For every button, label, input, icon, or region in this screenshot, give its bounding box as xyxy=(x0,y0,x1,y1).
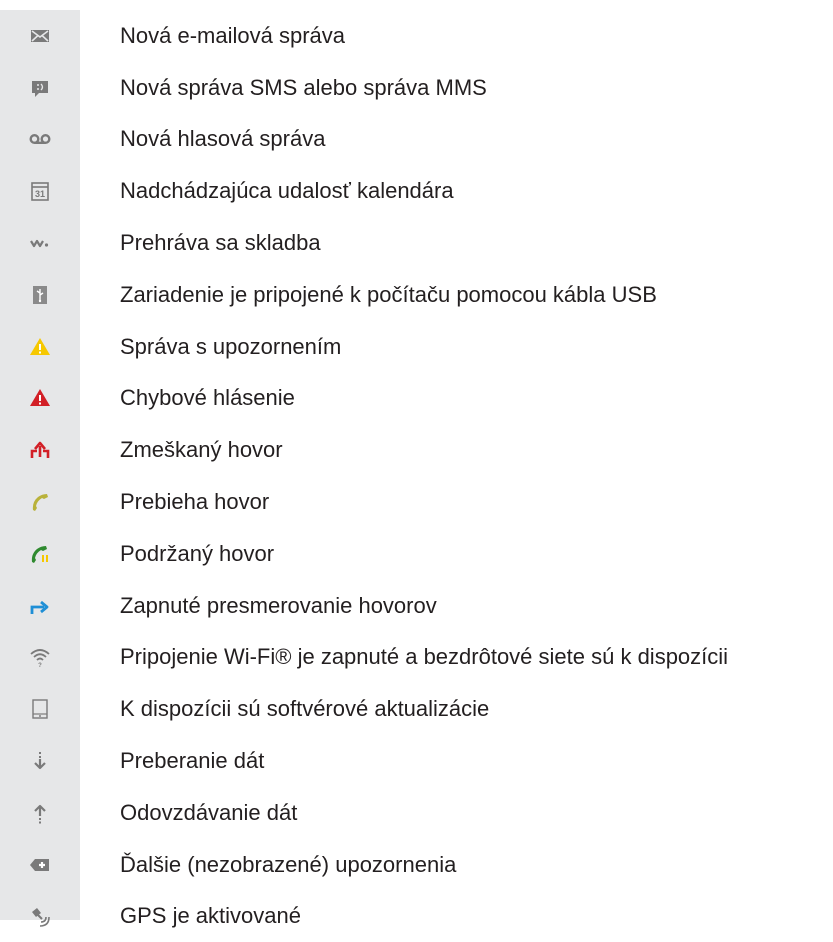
notification-label: Ďalšie (nezobrazené) upozornenia xyxy=(120,851,457,877)
call-on-hold-icon xyxy=(0,528,80,580)
warning-icon xyxy=(0,321,80,373)
list-item: Preberanie dát xyxy=(0,735,833,787)
list-item: Správa s upozornením xyxy=(0,321,833,373)
list-item: 31 Nadchádzajúca udalosť kalendára xyxy=(0,165,833,217)
list-item: K dispozícii sú softvérové aktualizácie xyxy=(0,683,833,735)
notification-label: Zariadenie je pripojené k počítaču pomoc… xyxy=(120,281,657,307)
notification-label: Pripojenie Wi-Fi® je zapnuté a bezdrôtov… xyxy=(120,644,729,670)
upload-icon xyxy=(0,787,80,839)
list-item: Prehráva sa skladba xyxy=(0,217,833,269)
notification-label: GPS je aktivované xyxy=(120,903,301,929)
download-icon xyxy=(0,735,80,787)
list-item: Prebieha hovor xyxy=(0,476,833,528)
list-item: Nová hlasová správa xyxy=(0,114,833,166)
list-item: Nová správa SMS alebo správa MMS xyxy=(0,62,833,114)
svg-text:?: ? xyxy=(38,663,42,669)
calendar-icon: 31 xyxy=(0,165,80,217)
list-item: Podržaný hovor xyxy=(0,528,833,580)
missed-call-icon xyxy=(0,424,80,476)
list-item: Ďalšie (nezobrazené) upozornenia xyxy=(0,839,833,891)
error-icon xyxy=(0,373,80,425)
email-icon xyxy=(0,10,80,62)
voicemail-icon xyxy=(0,114,80,166)
notification-label: Chybové hlásenie xyxy=(120,385,295,411)
notification-label: Správa s upozornením xyxy=(120,333,342,359)
gps-icon xyxy=(0,891,80,942)
list-item: Zapnuté presmerovanie hovorov xyxy=(0,580,833,632)
notification-label: Prebieha hovor xyxy=(120,489,270,515)
list-item: ? Pripojenie Wi-Fi® je zapnuté a bezdrôt… xyxy=(0,632,833,684)
notification-label: Nová e-mailová správa xyxy=(120,22,345,48)
list-item: Zariadenie je pripojené k počítaču pomoc… xyxy=(0,269,833,321)
list-item: GPS je aktivované xyxy=(0,891,833,942)
notification-label: Nadchádzajúca udalosť kalendára xyxy=(120,178,454,204)
call-in-progress-icon xyxy=(0,476,80,528)
notification-label: Odovzdávanie dát xyxy=(120,799,298,825)
notification-label: K dispozícii sú softvérové aktualizácie xyxy=(120,696,490,722)
svg-text:31: 31 xyxy=(35,189,45,199)
more-notifications-icon xyxy=(0,839,80,891)
list-item: Zmeškaný hovor xyxy=(0,424,833,476)
notification-label: Prehráva sa skladba xyxy=(120,230,321,256)
list-item: Chybové hlásenie xyxy=(0,373,833,425)
wifi-icon: ? xyxy=(0,632,80,684)
walkman-icon xyxy=(0,217,80,269)
notification-label: Nová hlasová správa xyxy=(120,126,326,152)
software-update-icon xyxy=(0,683,80,735)
notification-label: Preberanie dát xyxy=(120,748,265,774)
usb-icon xyxy=(0,269,80,321)
list-item: Odovzdávanie dát xyxy=(0,787,833,839)
notification-label: Nová správa SMS alebo správa MMS xyxy=(120,74,487,100)
call-forwarding-icon xyxy=(0,580,80,632)
notification-label: Zapnuté presmerovanie hovorov xyxy=(120,592,437,618)
sms-mms-icon xyxy=(0,62,80,114)
list-item: Nová e-mailová správa xyxy=(0,10,833,62)
notification-label: Podržaný hovor xyxy=(120,540,275,566)
notification-label: Zmeškaný hovor xyxy=(120,437,283,463)
notification-icon-list: Nová e-mailová správa Nová správa SMS al… xyxy=(0,10,833,942)
